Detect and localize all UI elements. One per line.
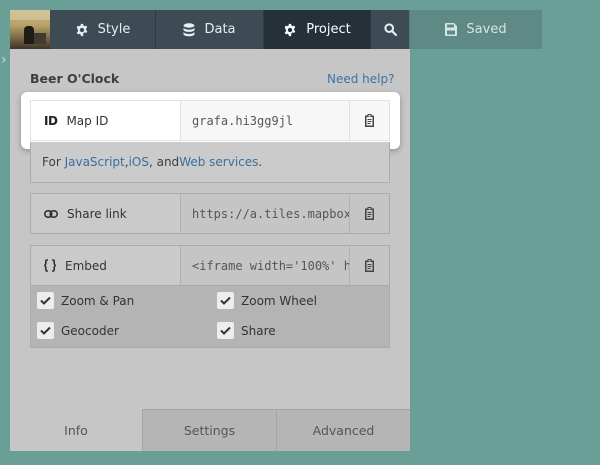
map-id-label-cell: ID Map ID (31, 101, 181, 140)
search-icon (383, 23, 397, 36)
option-share-label: Share (241, 323, 276, 338)
javascript-link[interactable]: JavaScript (65, 155, 125, 169)
saved-button[interactable]: Saved (409, 10, 542, 49)
copy-map-id-button[interactable] (349, 101, 389, 140)
share-link-label-cell: Share link (31, 194, 181, 233)
link-icon (44, 209, 58, 219)
checkmark-icon[interactable] (217, 292, 234, 309)
sdk-links: For JavaScript, iOS, and Web services. (30, 142, 390, 183)
share-link-label: Share link (67, 206, 127, 221)
embed-label-cell: Embed (31, 246, 181, 285)
embed-code-value[interactable]: <iframe width='100%' he (181, 246, 349, 285)
braces-icon (44, 259, 56, 272)
project-button-label: Project (306, 22, 351, 37)
project-thumbnail[interactable] (10, 10, 50, 49)
search-button[interactable] (370, 10, 409, 49)
option-share[interactable]: Share (217, 322, 276, 339)
style-button[interactable]: Style (50, 10, 155, 49)
sdk-prefix: For (42, 155, 61, 169)
sdk-suffix: . (258, 155, 263, 169)
project-panel: Beer O'Clock Need help? ID Map ID grafa.… (10, 49, 410, 451)
need-help-link[interactable]: Need help? (327, 72, 394, 86)
gear-icon (283, 23, 297, 37)
map-id-row: ID Map ID grafa.hi3gg9jl (30, 100, 390, 141)
data-button[interactable]: Data (155, 10, 263, 49)
share-link-row: Share link https://a.tiles.mapbox. (30, 193, 390, 234)
checkmark-icon[interactable] (37, 292, 54, 309)
option-geocoder-label: Geocoder (61, 323, 119, 338)
data-button-label: Data (204, 22, 236, 37)
share-link-value[interactable]: https://a.tiles.mapbox. (181, 194, 349, 233)
option-zoom-wheel-label: Zoom Wheel (241, 293, 317, 308)
panel-tabs: Info Settings Advanced (10, 409, 410, 451)
style-button-label: Style (97, 22, 131, 37)
checkmark-icon[interactable] (217, 322, 234, 339)
id-icon: ID (44, 113, 58, 128)
ios-link[interactable]: iOS (129, 155, 149, 169)
map-id-value[interactable]: grafa.hi3gg9jl (181, 101, 349, 140)
copy-share-link-button[interactable] (349, 194, 389, 233)
option-zoom-pan-label: Zoom & Pan (61, 293, 135, 308)
tab-info[interactable]: Info (10, 409, 142, 451)
save-icon (445, 23, 458, 36)
embed-label: Embed (65, 258, 107, 273)
tab-settings[interactable]: Settings (142, 409, 276, 451)
clipboard-icon (364, 207, 375, 220)
option-zoom-pan[interactable]: Zoom & Pan (37, 292, 134, 309)
gear-icon (75, 23, 89, 37)
checkmark-icon[interactable] (37, 322, 54, 339)
saved-button-label: Saved (466, 22, 507, 37)
sdk-sep-2: , and (148, 155, 180, 169)
database-icon (183, 22, 195, 37)
clipboard-icon (364, 259, 375, 272)
embed-options: Zoom & Pan Zoom Wheel Geocoder Share (30, 286, 390, 348)
project-title: Beer O'Clock (30, 71, 120, 86)
map-id-label: Map ID (66, 113, 109, 128)
copy-embed-button[interactable] (349, 246, 389, 285)
project-button[interactable]: Project (263, 10, 370, 49)
web-services-link[interactable]: Web services (179, 155, 258, 169)
clipboard-icon (364, 114, 375, 127)
top-toolbar: Style Data Project Saved (10, 10, 542, 49)
map-pointer-icon: › (1, 52, 7, 68)
option-zoom-wheel[interactable]: Zoom Wheel (217, 292, 317, 309)
tab-advanced[interactable]: Advanced (276, 409, 410, 451)
option-geocoder[interactable]: Geocoder (37, 322, 119, 339)
embed-row: Embed <iframe width='100%' he (30, 245, 390, 286)
